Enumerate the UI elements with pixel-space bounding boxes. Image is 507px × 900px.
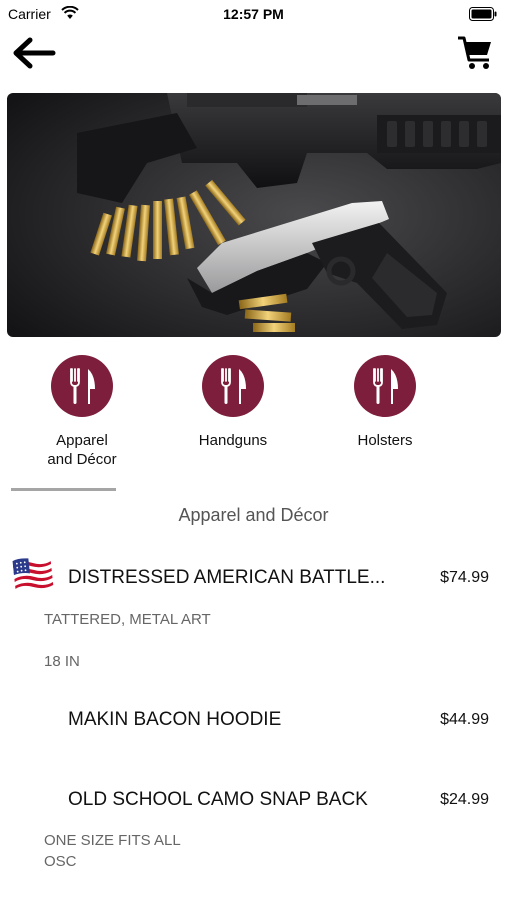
- menu-item[interactable]: MAKIN BACON HOODIE $44.99: [0, 700, 507, 740]
- item-name: OLD SCHOOL CAMO SNAP BACK: [68, 789, 368, 810]
- item-size: 18 IN: [44, 653, 80, 670]
- category-bar: Apparel and Décor Handguns Holsters: [0, 355, 507, 475]
- battery-icon: [469, 7, 497, 26]
- item-name: DISTRESSED AMERICAN BATTLE...: [68, 567, 386, 588]
- cart-button[interactable]: [455, 32, 495, 72]
- item-size: OSC: [44, 853, 77, 870]
- category-holsters[interactable]: Holsters: [325, 355, 445, 450]
- status-bar: Carrier 12:57 PM: [0, 0, 507, 28]
- item-description: ONE SIZE FITS ALL: [44, 832, 181, 849]
- arrow-left-icon: [13, 37, 56, 69]
- clock: 12:57 PM: [223, 6, 284, 22]
- fork-knife-icon: [51, 355, 113, 417]
- item-name: MAKIN BACON HOODIE: [68, 709, 282, 730]
- category-label: Apparel: [56, 432, 108, 449]
- fork-knife-icon: [354, 355, 416, 417]
- menu-item[interactable]: DISTRESSED AMERICAN BATTLE... $74.99 TAT…: [0, 553, 507, 673]
- back-button[interactable]: [10, 34, 58, 72]
- selected-category-indicator: [11, 488, 116, 491]
- category-label-line2: and Décor: [47, 451, 117, 468]
- cart-icon: [458, 36, 491, 69]
- fork-knife-icon: [202, 355, 264, 417]
- section-title: Apparel and Décor: [178, 505, 329, 525]
- category-label: Handguns: [198, 432, 268, 449]
- item-price: $24.99: [440, 791, 489, 808]
- item-price: $74.99: [440, 569, 489, 586]
- american-flag-icon: [12, 557, 54, 589]
- menu-item[interactable]: OLD SCHOOL CAMO SNAP BACK $24.99 ONE SIZ…: [0, 780, 507, 880]
- category-label: Holsters: [357, 432, 413, 449]
- category-apparel[interactable]: Apparel and Décor: [22, 355, 142, 469]
- item-description: TATTERED, METAL ART: [44, 611, 211, 628]
- hero-image: [7, 93, 501, 337]
- category-handguns[interactable]: Handguns: [173, 355, 293, 450]
- item-price: $44.99: [440, 711, 489, 728]
